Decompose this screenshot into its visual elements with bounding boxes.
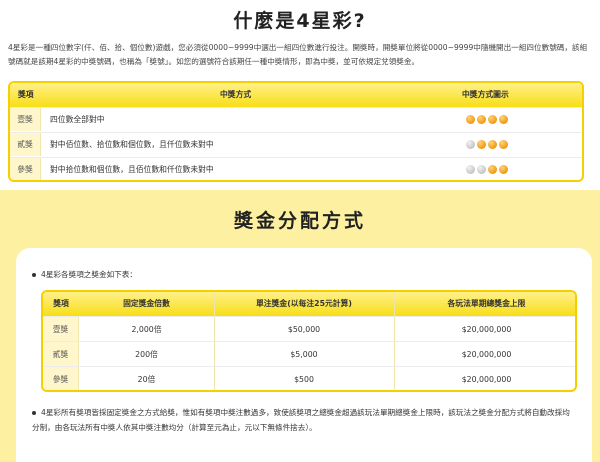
prize-description: 對中佰位數、拾位數和個位數，且仟位數未對中 [50, 140, 214, 149]
multiplier-cell: 2,000倍 [131, 325, 162, 334]
ball-match-icon [477, 115, 486, 124]
header-illustration: 中獎方式圖示 [462, 90, 509, 99]
ball-illustration [466, 115, 510, 125]
prize-label: 貳獎 [43, 342, 79, 366]
ball-match-icon [499, 140, 508, 149]
header-prize: 獎項 [53, 299, 69, 308]
ball-miss-icon [466, 140, 475, 149]
header-single-prize: 單注獎金(以每注25元計算) [256, 299, 352, 308]
ball-match-icon [499, 165, 508, 174]
single-prize-cell: $500 [294, 375, 314, 384]
table-row: 壹獎 四位數全部對中 [10, 107, 582, 131]
page-title: 什麼是4星彩? [233, 10, 367, 32]
bullet-text: 4星彩各獎項之獎金如下表： [32, 269, 137, 280]
ball-illustration [466, 140, 510, 150]
bullet-dot [32, 273, 36, 277]
header-prize: 獎項 [18, 90, 34, 99]
ball-illustration [466, 165, 510, 175]
ball-match-icon [499, 115, 508, 124]
cap-cell: $20,000,000 [461, 350, 512, 359]
distribution-note: 4星彩所有獎項皆採固定獎金之方式給獎，惟如有獎項中獎注數過多，致使該獎項之總獎金… [32, 405, 577, 435]
prize-label: 壹獎 [10, 108, 41, 131]
ball-match-icon [488, 165, 497, 174]
bullet-dot [32, 411, 36, 415]
single-prize-cell: $5,000 [290, 350, 318, 359]
table-row: 參獎 對中拾位數和個位數，且佰位數和仟位數未對中 [10, 157, 582, 180]
cap-cell: $20,000,000 [461, 325, 512, 334]
ball-match-icon [466, 115, 475, 124]
table-row: 貳獎 200倍 $5,000 $20,000,000 [43, 341, 575, 366]
ball-match-icon [477, 140, 486, 149]
ball-match-icon [488, 140, 497, 149]
table-header: 獎項 固定獎金倍數 單注獎金(以每注25元計算) 各玩法單期總獎金上限 [43, 292, 575, 316]
prize-method-table: 獎項 中獎方式 中獎方式圖示 壹獎 四位數全部對中 貳獎 對中佰位數、拾位數和個… [8, 81, 584, 182]
prize-label: 貳獎 [10, 133, 41, 156]
prize-description: 對中拾位數和個位數，且佰位數和仟位數未對中 [50, 165, 214, 174]
header-cap: 各玩法單期總獎金上限 [447, 299, 526, 308]
note-text: 4星彩所有獎項皆採固定獎金之方式給獎，惟如有獎項中獎注數過多，致使該獎項之總獎金… [32, 408, 570, 432]
table-row: 壹獎 2,000倍 $50,000 $20,000,000 [43, 316, 575, 341]
ball-miss-icon [477, 165, 486, 174]
table-header: 獎項 中獎方式 中獎方式圖示 [10, 83, 582, 107]
prize-label: 參獎 [10, 158, 41, 180]
distribution-card: 4星彩各獎項之獎金如下表： 獎項 固定獎金倍數 單注獎金(以每注25元計算) 各… [16, 248, 592, 462]
intro-paragraph: 4星彩是一種四位數字(仟、佰、拾、個位數)遊戲，您必須從0000~9999中選出… [8, 43, 588, 66]
lottery-info-section: 什麼是4星彩? 4星彩是一種四位數字(仟、佰、拾、個位數)遊戲，您必須從0000… [0, 0, 600, 185]
ball-match-icon [488, 115, 497, 124]
bullet-label: 4星彩各獎項之獎金如下表： [41, 270, 137, 279]
prize-label: 壹獎 [43, 317, 79, 341]
header-multiplier: 固定獎金倍數 [123, 299, 170, 308]
section-title: 獎金分配方式 [233, 210, 366, 232]
prize-amount-table: 獎項 固定獎金倍數 單注獎金(以每注25元計算) 各玩法單期總獎金上限 壹獎 2… [41, 290, 577, 392]
table-row: 參獎 20倍 $500 $20,000,000 [43, 366, 575, 390]
prize-distribution-section: 獎金分配方式 4星彩各獎項之獎金如下表： 獎項 固定獎金倍數 單注獎金(以每注2… [0, 190, 600, 462]
table-row: 貳獎 對中佰位數、拾位數和個位數，且仟位數未對中 [10, 132, 582, 156]
multiplier-cell: 200倍 [135, 350, 158, 359]
prize-label: 參獎 [43, 367, 79, 390]
prize-description: 四位數全部對中 [50, 115, 105, 124]
multiplier-cell: 20倍 [137, 375, 156, 384]
cap-cell: $20,000,000 [461, 375, 512, 384]
ball-miss-icon [466, 165, 475, 174]
single-prize-cell: $50,000 [287, 325, 321, 334]
header-method: 中獎方式 [220, 90, 252, 99]
